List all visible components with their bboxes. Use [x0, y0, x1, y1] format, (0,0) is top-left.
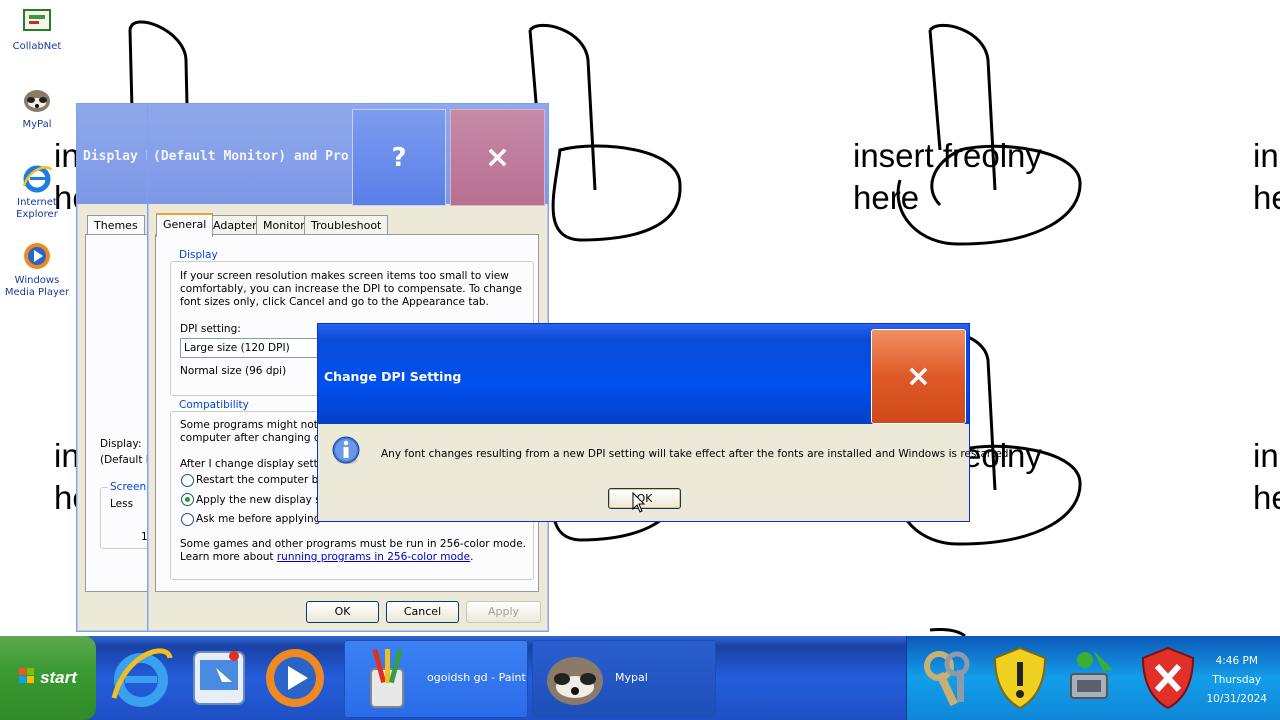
- start-button[interactable]: start: [0, 636, 96, 720]
- mypal-icon: [21, 84, 53, 116]
- media-player-icon: [21, 240, 53, 272]
- desktop-icon-media-player[interactable]: Windows Media Player: [2, 240, 72, 299]
- dpi-setting-label: DPI setting:: [180, 323, 241, 335]
- paint-icon: [359, 647, 415, 711]
- task-mypal[interactable]: Mypal: [532, 640, 716, 718]
- windows-logo-icon: [19, 667, 35, 689]
- wallpaper-text: insert freolnyhere: [853, 137, 1042, 216]
- games-256-color-text: Some games and other programs must be ru…: [180, 538, 527, 550]
- radio-ask-me[interactable]: [181, 513, 194, 526]
- task-paint-label: ogoidsh gd - Paint: [427, 671, 526, 684]
- window-title: (Default Monitor) and Pro...: [153, 149, 348, 164]
- tab-adapter[interactable]: Adapter: [206, 215, 264, 235]
- close-button[interactable]: ×: [450, 109, 545, 206]
- system-tray: 4:46 PM Thursday 10/31/2024: [906, 636, 1280, 720]
- display-group-title: Display: [177, 249, 220, 261]
- taskbar: start ogoidsh gd - Paint Mypal 4:46 PM T…: [0, 636, 1280, 720]
- security-alert-icon[interactable]: [1137, 644, 1199, 712]
- display-properties-window: Display Pr Themes Display: (Default M Sc…: [76, 103, 162, 632]
- task-mypal-label: Mypal: [615, 671, 648, 684]
- clock-date: 10/31/2024: [1206, 693, 1267, 705]
- dialog-message: Any font changes resulting from a new DP…: [381, 448, 1012, 460]
- apply-button[interactable]: Apply: [466, 601, 541, 623]
- wallpaper-text-edge: inhe: [1253, 437, 1280, 516]
- internet-explorer-icon: [21, 162, 53, 194]
- dialog-close-button[interactable]: ×: [871, 329, 966, 424]
- tab-general[interactable]: General: [156, 213, 214, 237]
- clock[interactable]: 4:46 PM Thursday 10/31/2024: [1206, 652, 1267, 709]
- display-description-line: font sizes only, click Cancel and go to …: [180, 296, 489, 308]
- compatibility-group-title: Compatibility: [177, 399, 251, 411]
- clock-time: 4:46 PM: [1215, 655, 1258, 667]
- cancel-button[interactable]: Cancel: [386, 601, 459, 623]
- network-icon[interactable]: [1063, 644, 1125, 712]
- internet-explorer-icon[interactable]: [108, 642, 174, 712]
- learn-more-link[interactable]: running programs in 256-color mode: [277, 551, 470, 563]
- radio-apply-label[interactable]: Apply the new display set: [196, 494, 331, 507]
- display-description-line: comfortably, you can increase the DPI to…: [180, 283, 523, 295]
- resolution-less-label: Less: [110, 498, 134, 510]
- dialog-title: Change DPI Setting: [324, 369, 462, 384]
- display-properties-titlebar[interactable]: Display Pr: [77, 104, 149, 204]
- start-label: start: [40, 668, 77, 687]
- desktop-icon-mypal[interactable]: MyPal: [2, 84, 72, 131]
- security-shield-icon[interactable]: [989, 644, 1051, 712]
- radio-restart-label[interactable]: Restart the computer bef: [196, 474, 328, 487]
- display-label: Display:: [100, 438, 142, 450]
- task-paint[interactable]: ogoidsh gd - Paint: [344, 640, 528, 718]
- show-desktop-icon[interactable]: [186, 642, 252, 712]
- display-description-line: If your screen resolution makes screen i…: [180, 270, 509, 282]
- media-player-icon[interactable]: [262, 642, 328, 712]
- compatibility-text: computer after changing disp: [180, 432, 336, 444]
- info-icon: [330, 435, 362, 467]
- mypal-icon: [541, 645, 609, 713]
- radio-restart[interactable]: [181, 474, 194, 487]
- ok-button[interactable]: OK: [306, 601, 379, 623]
- radio-apply-without-restart[interactable]: [181, 493, 194, 506]
- after-change-label: After I change display settin: [180, 458, 328, 470]
- tab-troubleshoot[interactable]: Troubleshoot: [304, 215, 389, 235]
- desktop-icon-collabnet[interactable]: CollabNet: [2, 6, 72, 53]
- keys-icon[interactable]: [917, 644, 979, 712]
- screen-group-title: Screen: [108, 481, 149, 493]
- wallpaper-text-edge: inhe: [1253, 137, 1280, 216]
- collabnet-icon: [21, 6, 53, 38]
- mouse-cursor-icon: [632, 491, 646, 518]
- window-title: Display Pr: [83, 149, 149, 164]
- compatibility-text: Some programs might not op: [180, 419, 335, 431]
- help-button[interactable]: ?: [352, 109, 446, 206]
- tab-themes[interactable]: Themes: [87, 215, 145, 235]
- change-dpi-dialog: Change DPI Setting × Any font changes re…: [317, 323, 1012, 522]
- radio-ask-label[interactable]: Ask me before applying th: [196, 513, 334, 526]
- learn-more-line: Learn more about running programs in 256…: [180, 551, 474, 563]
- desktop-icon-internet-explorer[interactable]: Internet Explorer: [2, 162, 72, 221]
- clock-day: Thursday: [1212, 674, 1262, 686]
- dpi-normal-label: Normal size (96 dpi): [180, 365, 287, 377]
